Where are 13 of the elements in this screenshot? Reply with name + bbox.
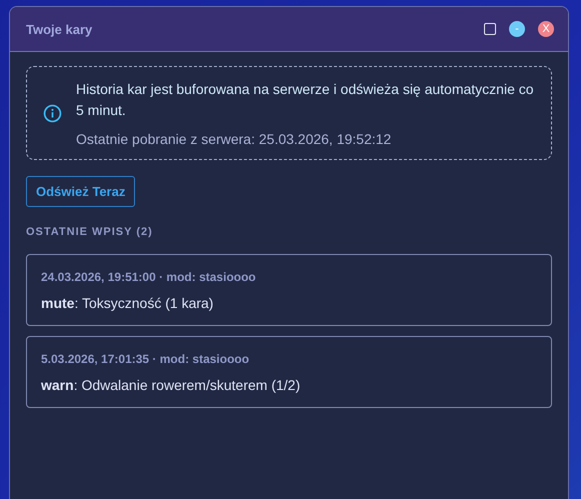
minimize-button[interactable]: -: [509, 21, 525, 37]
last-fetch-text: Ostatnie pobranie z serwera: 25.03.2026, 19:52:12: [76, 131, 392, 147]
entry-meta: 24.03.2026, 19:51:00 · mod: stasioooo: [41, 270, 257, 284]
close-button[interactable]: X: [538, 21, 554, 37]
entry-meta: 5.03.2026, 17:01:35 · mod: stasioooo: [41, 352, 250, 366]
maximize-button[interactable]: [484, 23, 496, 35]
entry-text: mute: Toksyczność (1 kara): [41, 295, 214, 311]
section-title: OSTATNIE WPISY (2): [26, 226, 154, 238]
notice-message: Historia kar jest buforowana na serwerze i odświeża się automatycznie co 5 minut.: [76, 80, 535, 120]
window-title: Twoje kary: [26, 22, 92, 36]
info-icon: [43, 104, 62, 122]
entry-text: warn: Odwalanie rowerem/skuterem (1/2): [41, 377, 302, 393]
refresh-button[interactable]: Odśwież Teraz: [26, 176, 136, 207]
